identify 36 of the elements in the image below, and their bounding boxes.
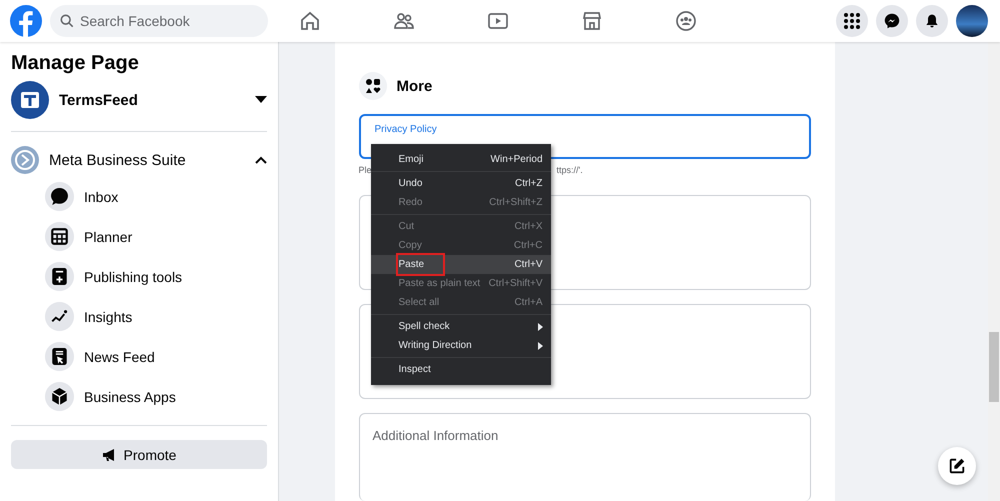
store-icon[interactable] <box>580 9 604 33</box>
search-field[interactable]: Search Facebook <box>50 5 268 37</box>
sidebar-item[interactable]: Inbox <box>11 178 267 215</box>
promote-button[interactable]: Promote <box>11 440 267 469</box>
edit-icon <box>948 457 966 475</box>
avatar-photo[interactable] <box>956 5 988 37</box>
helper-text: ttps://'. <box>556 165 583 176</box>
menu-item[interactable]: Spell check <box>370 317 550 336</box>
sidebar-item[interactable]: Insights <box>11 298 267 335</box>
logo-icon[interactable] <box>10 5 42 37</box>
section-heading: More <box>396 78 432 94</box>
menu-item[interactable]: Paste Ctrl+V <box>370 255 550 274</box>
menu-icon[interactable] <box>836 5 868 37</box>
helper-text: Ple <box>358 165 373 176</box>
page-name[interactable]: TermsFeed <box>59 92 245 108</box>
sidebar-item[interactable]: News Feed <box>11 338 267 375</box>
messenger-icon[interactable] <box>876 5 908 37</box>
page-logo-icon <box>11 81 49 119</box>
additional-information-field[interactable]: Additional Information <box>358 412 810 501</box>
menu-item[interactable]: Emoji Win+Period <box>370 150 550 169</box>
menu-item[interactable]: Writing Direction <box>370 336 550 355</box>
scrollbar[interactable] <box>988 42 1000 501</box>
dropdown-caret-icon[interactable] <box>255 96 267 104</box>
compose-button[interactable] <box>938 447 976 485</box>
sidebar-item[interactable]: Business Apps <box>11 378 267 415</box>
menu-item[interactable]: Inspect <box>370 360 550 379</box>
suite-logo-icon <box>11 146 39 174</box>
section-title[interactable]: Meta Business Suite <box>49 152 245 168</box>
menu-item[interactable]: Undo Ctrl+Z <box>370 174 550 193</box>
sidebar-item[interactable]: Planner <box>11 218 267 255</box>
sidebar-item[interactable]: Publishing tools <box>11 258 267 295</box>
group-icon[interactable] <box>674 9 698 33</box>
chevron-icon[interactable] <box>255 156 267 164</box>
bell-icon[interactable] <box>916 5 948 37</box>
sidebar-title: Manage Page <box>11 52 140 75</box>
home-icon[interactable] <box>298 9 322 33</box>
